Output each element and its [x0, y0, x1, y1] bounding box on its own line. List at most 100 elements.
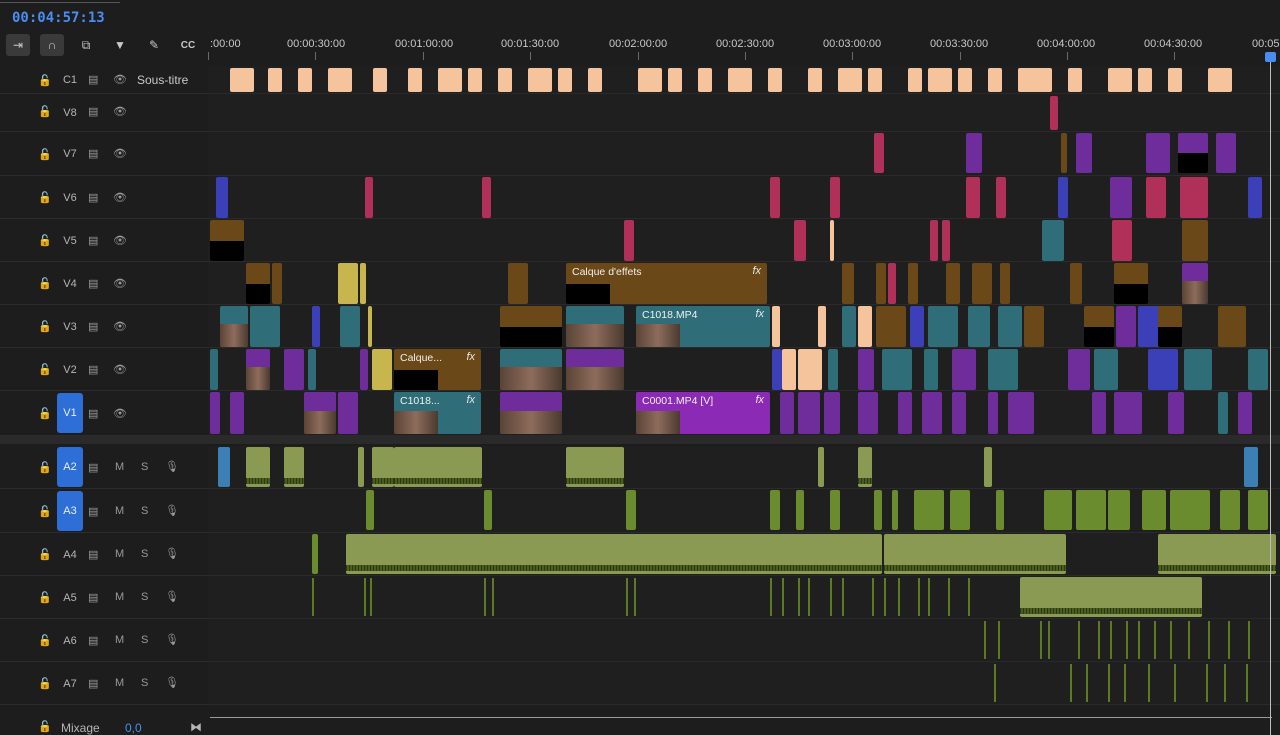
- microphone-icon[interactable]: 🎙: [165, 633, 179, 646]
- audio-clip[interactable]: [1170, 490, 1210, 530]
- microphone-icon[interactable]: 🎙: [165, 547, 179, 560]
- mix-volume-line[interactable]: [210, 717, 1272, 718]
- video-clip[interactable]: [1094, 349, 1118, 390]
- video-clip[interactable]: [210, 349, 218, 390]
- sync-lock-icon[interactable]: ▤: [88, 461, 98, 474]
- audio-clip[interactable]: [484, 490, 492, 530]
- video-clip[interactable]: [1068, 349, 1090, 390]
- eye-icon[interactable]: 👁: [113, 277, 127, 290]
- caption-clip[interactable]: [1168, 68, 1182, 92]
- eye-icon[interactable]: 👁: [113, 73, 127, 86]
- video-clip[interactable]: [284, 349, 304, 390]
- video-clip[interactable]: [272, 263, 282, 304]
- audio-clip[interactable]: [892, 490, 898, 530]
- video-clip[interactable]: [1000, 263, 1010, 304]
- video-clip[interactable]: [942, 220, 950, 261]
- video-clip[interactable]: [998, 306, 1022, 347]
- audio-clip[interactable]: [1020, 577, 1202, 617]
- audio-clip[interactable]: [284, 447, 304, 487]
- video-clip[interactable]: [210, 392, 220, 434]
- video-clip[interactable]: [858, 306, 872, 347]
- mute-button[interactable]: M: [115, 677, 124, 689]
- clip-c1018[interactable]: C1018.MP4 fx: [636, 306, 770, 347]
- lock-icon[interactable]: 🔓: [38, 677, 52, 690]
- lock-icon[interactable]: 🔓: [38, 363, 52, 376]
- video-clip[interactable]: [1238, 392, 1252, 434]
- clip-c1018-v1[interactable]: C1018... fx: [394, 392, 481, 434]
- sync-lock-icon[interactable]: ▤: [88, 634, 98, 647]
- track-lane[interactable]: C1018.MP4 fx: [208, 305, 1280, 348]
- video-clip[interactable]: [952, 392, 966, 434]
- sync-lock-icon[interactable]: ▤: [88, 277, 98, 290]
- video-clip[interactable]: [566, 349, 624, 390]
- video-clip[interactable]: [988, 349, 1018, 390]
- audio-clip[interactable]: [884, 534, 1066, 574]
- mix-value[interactable]: 0,0: [125, 721, 142, 735]
- lock-icon[interactable]: 🔓: [38, 320, 52, 333]
- caption-clip[interactable]: [588, 68, 602, 92]
- video-clip[interactable]: [818, 306, 826, 347]
- video-clip[interactable]: [508, 263, 528, 304]
- track-lane[interactable]: [208, 446, 1280, 489]
- audio-clip[interactable]: [626, 490, 636, 530]
- mute-button[interactable]: M: [115, 548, 124, 560]
- audio-clip[interactable]: [366, 490, 374, 530]
- fx-icon[interactable]: fx: [466, 394, 475, 406]
- audio-clip[interactable]: [312, 534, 318, 574]
- video-clip[interactable]: [1110, 177, 1132, 218]
- video-clip[interactable]: [824, 392, 840, 434]
- audio-clip[interactable]: [1044, 490, 1072, 530]
- audio-clip[interactable]: [1158, 534, 1276, 574]
- sync-lock-icon[interactable]: ▤: [88, 73, 98, 86]
- audio-clip[interactable]: [770, 490, 780, 530]
- sync-lock-icon[interactable]: ▤: [88, 548, 98, 561]
- video-clip[interactable]: [888, 263, 896, 304]
- video-clip[interactable]: [1084, 306, 1114, 347]
- lock-icon[interactable]: 🔓: [38, 148, 52, 161]
- video-clip[interactable]: [1218, 392, 1228, 434]
- video-clip[interactable]: [770, 177, 780, 218]
- sync-lock-icon[interactable]: ▤: [88, 147, 98, 160]
- caption-clip[interactable]: [408, 68, 422, 92]
- video-clip[interactable]: [1178, 133, 1208, 173]
- video-clip[interactable]: [1116, 306, 1136, 347]
- video-clip[interactable]: [946, 263, 960, 304]
- video-clip[interactable]: [830, 220, 834, 261]
- video-clip[interactable]: [1148, 349, 1178, 390]
- audio-clip[interactable]: [346, 534, 882, 574]
- solo-button[interactable]: S: [141, 505, 148, 517]
- sync-lock-icon[interactable]: ▤: [88, 363, 98, 376]
- lock-icon[interactable]: 🔓: [38, 505, 52, 518]
- video-clip[interactable]: [772, 306, 780, 347]
- fx-icon[interactable]: fx: [752, 265, 761, 277]
- video-clip[interactable]: [566, 306, 624, 347]
- video-clip[interactable]: [1146, 177, 1166, 218]
- microphone-icon[interactable]: 🎙: [165, 590, 179, 603]
- audio-clip[interactable]: [394, 447, 482, 487]
- video-clip[interactable]: [1076, 133, 1092, 173]
- video-clip[interactable]: [1114, 392, 1142, 434]
- eye-icon[interactable]: 👁: [113, 320, 127, 333]
- caption-clip[interactable]: [558, 68, 572, 92]
- caption-clip[interactable]: [498, 68, 512, 92]
- mute-button[interactable]: M: [115, 461, 124, 473]
- microphone-icon[interactable]: 🎙: [165, 460, 179, 473]
- video-clip[interactable]: [1168, 392, 1184, 434]
- lock-icon[interactable]: 🔓: [38, 634, 52, 647]
- caption-clip[interactable]: [868, 68, 882, 92]
- audio-clip[interactable]: [1244, 447, 1258, 487]
- audio-clip[interactable]: [818, 447, 824, 487]
- clip-calque[interactable]: Calque... fx: [394, 349, 481, 390]
- audio-clip[interactable]: [950, 490, 970, 530]
- track-lane[interactable]: [208, 132, 1280, 176]
- clip-c0001[interactable]: C0001.MP4 [V] fx: [636, 392, 770, 434]
- video-clip[interactable]: [216, 177, 228, 218]
- solo-button[interactable]: S: [141, 677, 148, 689]
- video-clip[interactable]: [1158, 306, 1182, 347]
- caption-clip[interactable]: [728, 68, 752, 92]
- solo-button[interactable]: S: [141, 591, 148, 603]
- add-marker-icon[interactable]: ▼: [108, 34, 132, 56]
- video-clip[interactable]: [842, 263, 854, 304]
- video-clip[interactable]: [830, 177, 840, 218]
- video-clip[interactable]: [365, 177, 373, 218]
